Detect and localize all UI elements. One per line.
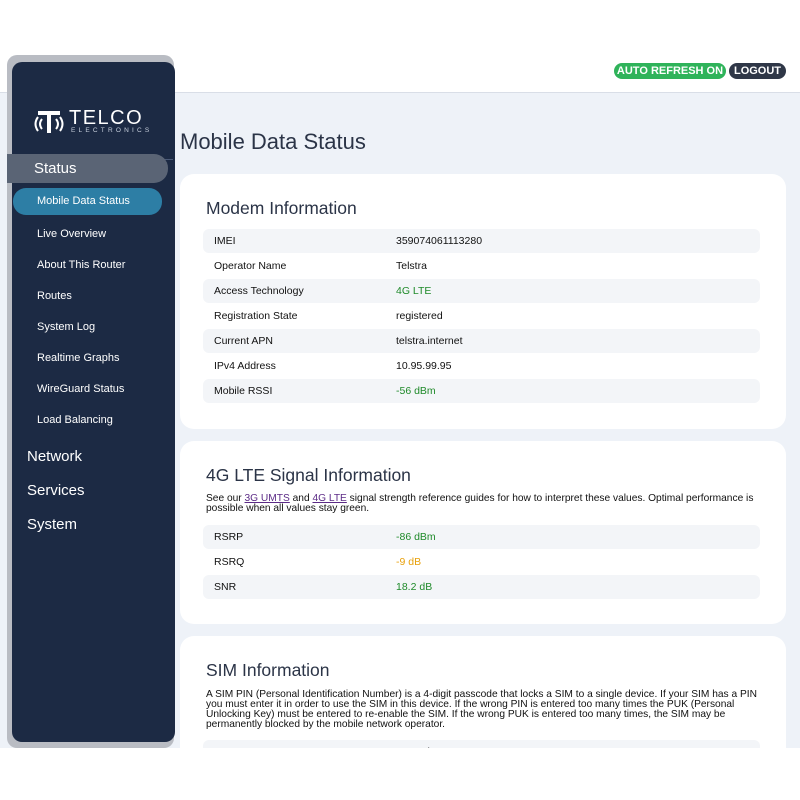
sidebar-item-wireguard-status[interactable]: WireGuard Status (37, 381, 124, 397)
row-value: 10.95.99.95 (396, 360, 452, 372)
card-title: 4G LTE Signal Information (206, 465, 411, 485)
table-row: IMEI 359074061113280 (203, 229, 760, 253)
row-key: IPv4 Address (214, 360, 276, 372)
modem-information-card: Modem Information IMEI 359074061113280 O… (180, 174, 786, 429)
sim-information-card: SIM Information A SIM PIN (Personal Iden… (180, 636, 786, 748)
row-value: -56 dBm (396, 385, 436, 397)
row-key: RSRP (214, 531, 244, 543)
table-row: RSRP -86 dBm (203, 525, 760, 549)
table-row: Access Technology 4G LTE (203, 279, 760, 303)
brand-tagline: ELECTRONICS (71, 127, 153, 134)
sidebar-item-system-log[interactable]: System Log (37, 319, 95, 335)
table-row: RSRQ -9 dB (203, 550, 760, 574)
row-key: Current APN (214, 335, 273, 347)
table-row: SIM Status Normal (203, 740, 760, 748)
sidebar-section-system[interactable]: System (27, 516, 77, 533)
page-title: Mobile Data Status (180, 129, 366, 154)
table-row: Mobile RSSI -56 dBm (203, 379, 760, 403)
row-value: telstra.internet (396, 335, 463, 347)
sidebar-item-routes[interactable]: Routes (37, 288, 72, 304)
sidebar-item-label: Mobile Data Status (37, 195, 130, 207)
brand-name: TELCO (69, 107, 144, 129)
auto-refresh-toggle[interactable]: AUTO REFRESH ON (614, 63, 726, 79)
table-row: SNR 18.2 dB (203, 575, 760, 599)
row-value: Telstra (396, 260, 427, 272)
row-key: Access Technology (214, 285, 304, 297)
signal-information-card: 4G LTE Signal Information See our 3G UMT… (180, 441, 786, 624)
row-key: RSRQ (214, 556, 245, 568)
sidebar-item-mobile-data-status[interactable]: Mobile Data Status (13, 188, 162, 215)
row-key: Registration State (214, 310, 298, 322)
row-key: Operator Name (214, 260, 287, 272)
table-row: Current APN telstra.internet (203, 329, 760, 353)
row-value: 18.2 dB (396, 581, 433, 593)
logout-button[interactable]: LOGOUT (729, 63, 786, 79)
row-value: -9 dB (396, 556, 422, 568)
row-key: SNR (214, 581, 237, 593)
brand-logo: TELCO ELECTRONICS (34, 107, 159, 137)
sidebar-item-load-balancing[interactable]: Load Balancing (37, 412, 113, 428)
sidebar-item-about-this-router[interactable]: About This Router (37, 257, 125, 273)
row-key: Mobile RSSI (214, 385, 273, 397)
row-value: 359074061113280 (396, 235, 483, 247)
table-row: IPv4 Address 10.95.99.95 (203, 354, 760, 378)
row-value: Normal (396, 740, 430, 748)
row-key: IMEI (214, 235, 236, 247)
row-value: 4G LTE (396, 285, 432, 297)
sidebar-section-status[interactable]: Status (7, 154, 168, 183)
sidebar-section-services[interactable]: Services (27, 482, 85, 499)
card-title: Modem Information (206, 198, 357, 218)
row-value: registered (396, 310, 443, 322)
sim-description: A SIM PIN (Personal Identification Numbe… (206, 689, 757, 730)
sidebar-section-network[interactable]: Network (27, 448, 82, 465)
table-row: Registration State registered (203, 304, 760, 328)
signal-description: See our 3G UMTS and 4G LTE signal streng… (206, 493, 766, 514)
app-viewport: AUTO REFRESH ON LOGOUT TELCO ELECTRONICS… (0, 50, 800, 748)
card-title: SIM Information (206, 660, 330, 680)
sidebar-item-live-overview[interactable]: Live Overview (37, 226, 106, 242)
row-value: -86 dBm (396, 531, 436, 543)
sidebar-item-realtime-graphs[interactable]: Realtime Graphs (37, 350, 120, 366)
table-row: Operator Name Telstra (203, 254, 760, 278)
antenna-logo-icon (34, 111, 64, 133)
row-key: SIM Status (214, 740, 265, 748)
